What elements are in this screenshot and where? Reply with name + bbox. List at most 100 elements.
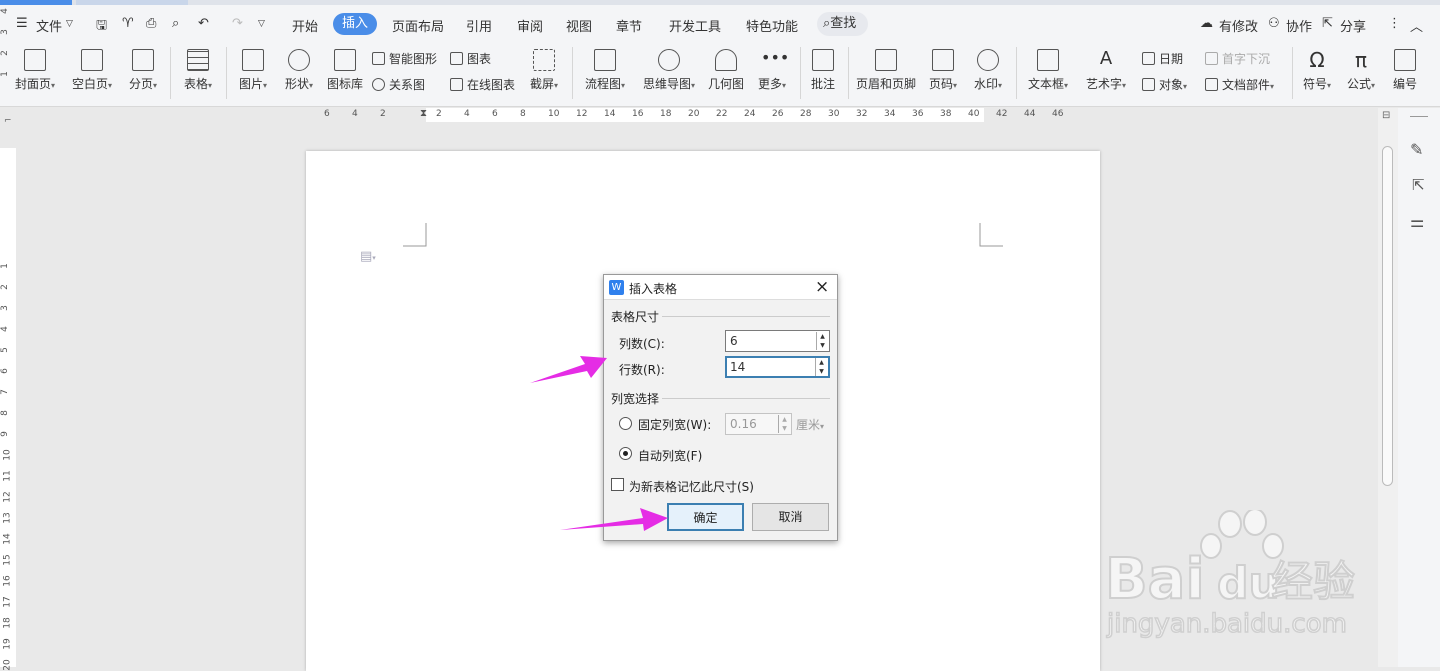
tab-references[interactable]: 引用	[466, 16, 492, 35]
print-icon[interactable]: ⎙	[146, 16, 156, 31]
select-cursor-icon[interactable]: ⇱	[1412, 176, 1425, 194]
tab-developer[interactable]: 开发工具	[669, 16, 721, 35]
split-view-icon[interactable]: ⊟	[1382, 110, 1390, 121]
page-number-icon	[932, 49, 954, 71]
share-button[interactable]: 分享	[1340, 16, 1366, 35]
drop-cap-icon	[1205, 52, 1218, 65]
columns-spinner[interactable]: 6 ▲ ▼	[725, 330, 830, 352]
chart-button[interactable]: 图表	[450, 50, 491, 67]
collapse-ribbon-icon[interactable]: ︿	[1410, 16, 1423, 35]
close-icon[interactable]: ×	[815, 277, 829, 297]
table-button[interactable]: 表格▾	[176, 41, 220, 105]
horizontal-ruler[interactable]: 6 4 2 2 4 6 8 10 12 14 16 18 20 22 24 26 28 30 32 34 36 38 40 4…	[16, 108, 1376, 122]
ruler-tick-label: 4	[352, 109, 358, 119]
redo-icon[interactable]: ↷	[232, 16, 243, 31]
picture-button[interactable]: 图片▾	[232, 41, 274, 105]
remember-size-checkbox[interactable]	[611, 478, 624, 491]
auto-width-radio[interactable]	[619, 447, 632, 460]
tab-section[interactable]: 章节	[616, 16, 642, 35]
ruler-tick-label: 30	[828, 109, 840, 119]
collab-button[interactable]: 协作	[1286, 16, 1312, 35]
numbering-button[interactable]: 编号	[1388, 41, 1422, 105]
quick-access-more-icon[interactable]: ▽	[258, 19, 265, 29]
more-options-icon[interactable]: ⋮	[1388, 16, 1401, 31]
rows-spinner[interactable]: 14 ▲ ▼	[725, 356, 830, 378]
ruler-tick-label: 8	[0, 410, 10, 416]
ruler-tick-label: 46	[1052, 109, 1064, 119]
undo-icon[interactable]: ↶	[198, 16, 209, 31]
blank-page-button[interactable]: 空白页▾	[66, 41, 118, 105]
ellipsis-icon: •••	[761, 48, 790, 67]
settings-sliders-icon[interactable]: ⚌	[1410, 212, 1424, 231]
fixed-width-radio[interactable]	[619, 417, 632, 430]
search-label: 查找	[830, 16, 857, 31]
changes-button[interactable]: 有修改	[1219, 16, 1258, 35]
spinner-arrows-icon[interactable]: ▲ ▼	[815, 358, 827, 376]
formula-button[interactable]: π 公式▾	[1342, 41, 1380, 105]
tab-insert[interactable]: 插入	[333, 13, 377, 35]
header-footer-button[interactable]: 页眉和页脚	[854, 41, 918, 105]
search-box[interactable]: ⌕查找	[817, 12, 868, 36]
rows-label: 行数(R):	[619, 363, 665, 377]
tab-page-layout[interactable]: 页面布局	[392, 16, 444, 35]
ruler-tick-label: 9	[0, 431, 10, 437]
indent-marker-icon[interactable]: ⧗	[420, 108, 427, 119]
date-button[interactable]: 日期	[1142, 50, 1183, 67]
spinner-arrows-icon[interactable]: ▲ ▼	[816, 332, 828, 350]
tab-review[interactable]: 审阅	[517, 16, 543, 35]
icon-library-button[interactable]: 图标库	[324, 41, 366, 105]
ruler-tick-label: 18	[2, 617, 13, 629]
table-label: 表格	[183, 77, 208, 91]
geometry-button[interactable]: 几何图	[706, 41, 746, 105]
flowchart-button[interactable]: 流程图▾	[580, 41, 630, 105]
shape-label: 形状	[284, 77, 309, 91]
save-icon[interactable]: 🖫	[96, 16, 107, 38]
ruler-tick-label: 2	[380, 109, 386, 119]
dialog-titlebar[interactable]: W 插入表格 ×	[604, 275, 837, 300]
ok-button[interactable]: 确定	[667, 503, 744, 531]
format-painter-icon[interactable]: ♈	[122, 16, 134, 31]
smart-art-label: 智能图形	[389, 52, 438, 66]
spinner-arrows-icon[interactable]: ▲ ▼	[778, 415, 790, 433]
art-text-button[interactable]: A 艺术字▾	[1080, 41, 1132, 105]
online-chart-label: 在线图表	[467, 78, 516, 92]
tab-stop-selector[interactable]: ⌐	[4, 116, 12, 126]
relation-chart-button[interactable]: 关系图	[372, 76, 425, 93]
watermark-button[interactable]: 水印▾	[968, 41, 1008, 105]
symbol-button[interactable]: Ω 符号▾	[1298, 41, 1336, 105]
online-chart-button[interactable]: 在线图表	[450, 76, 515, 93]
object-button[interactable]: 对象▾	[1142, 76, 1187, 93]
paragraph-options-icon[interactable]: ▤▾	[360, 249, 376, 264]
table-size-group-label: 表格尺寸	[611, 310, 660, 324]
cancel-button[interactable]: 取消	[752, 503, 829, 531]
vertical-ruler[interactable]: 4 3 2 1 1 2 3 4 5 6 7 8 9 10 11 12 13 14 15 16 17 18 19 20	[0, 8, 16, 671]
unit-select[interactable]: 厘米▾	[796, 416, 824, 433]
numbering-icon	[1394, 49, 1416, 71]
cover-page-button[interactable]: 封面页▾	[8, 41, 62, 105]
fixed-width-spinner[interactable]: 0.16 ▲ ▼	[725, 413, 792, 435]
comment-button[interactable]: 批注	[806, 41, 840, 105]
scrollbar-thumb[interactable]	[1382, 146, 1393, 486]
smart-art-button[interactable]: 智能图形	[372, 50, 437, 67]
screenshot-button[interactable]: 截屏▾	[524, 41, 564, 105]
ruler-tick-label: 12	[576, 109, 588, 119]
tab-view[interactable]: 视图	[566, 16, 592, 35]
ruler-tick-label: 3	[0, 305, 10, 311]
page-number-button[interactable]: 页码▾	[924, 41, 962, 105]
tab-special[interactable]: 特色功能	[746, 16, 798, 35]
doc-parts-button[interactable]: 文档部件▾	[1205, 76, 1274, 93]
art-text-icon: A	[1099, 48, 1113, 69]
textbox-button[interactable]: 文本框▾	[1022, 41, 1074, 105]
print-preview-icon[interactable]: ⌕	[172, 16, 179, 31]
chevron-down-icon[interactable]: ▽	[66, 19, 73, 29]
tab-home[interactable]: 开始	[292, 16, 318, 35]
hamburger-icon[interactable]: ☰	[16, 16, 28, 31]
mindmap-button[interactable]: 思维导图▾	[638, 41, 700, 105]
pen-icon[interactable]: ✎	[1410, 140, 1423, 159]
more-button[interactable]: ••• 更多▾	[752, 41, 792, 105]
page-break-button[interactable]: 分页▾	[122, 41, 164, 105]
shape-button[interactable]: 形状▾	[278, 41, 320, 105]
online-chart-icon	[450, 78, 463, 91]
file-menu[interactable]: 文件	[36, 16, 62, 35]
drop-cap-button[interactable]: 首字下沉	[1205, 50, 1270, 67]
